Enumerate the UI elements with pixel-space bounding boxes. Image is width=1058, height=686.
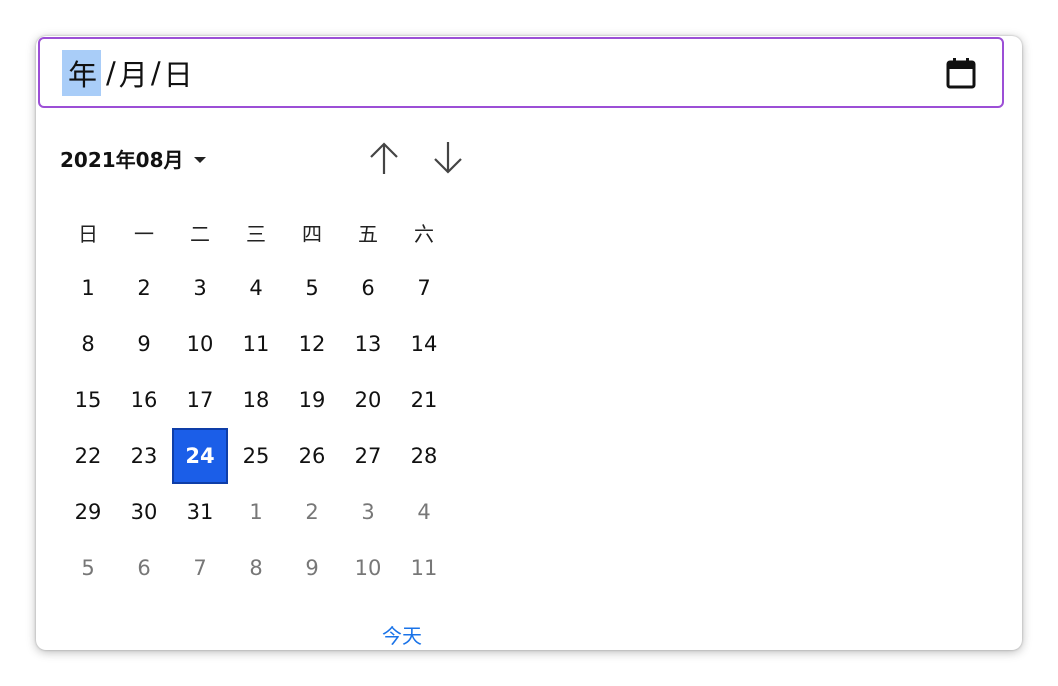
day-cell[interactable]: 19 (284, 372, 340, 428)
month-year-select[interactable]: 2021年08月 (60, 144, 206, 173)
next-month-day-cell[interactable]: 4 (396, 484, 452, 540)
day-cell[interactable]: 1 (60, 260, 116, 316)
day-cell[interactable]: 29 (60, 484, 116, 540)
arrow-up-icon[interactable] (364, 138, 404, 178)
day-cell[interactable]: 13 (340, 316, 396, 372)
next-month-day-cell[interactable]: 5 (60, 540, 116, 596)
next-month-day-cell[interactable]: 6 (116, 540, 172, 596)
day-cell[interactable]: 28 (396, 428, 452, 484)
day-cell[interactable]: 5 (284, 260, 340, 316)
day-cell[interactable]: 25 (228, 428, 284, 484)
next-month-day-cell[interactable]: 1 (228, 484, 284, 540)
weekday-label: 五 (358, 221, 378, 246)
arrow-down-icon[interactable] (428, 138, 468, 178)
next-month-day-cell[interactable]: 3 (340, 484, 396, 540)
day-cell[interactable]: 2 (116, 260, 172, 316)
day-cell[interactable]: 21 (396, 372, 452, 428)
day-cell[interactable]: 16 (116, 372, 172, 428)
calendar-grid: 日 一 二 三 四 五 六 1 2 3 4 5 6 7 8 9 10 11 12… (60, 204, 452, 596)
date-picker-window: 年 / 月 / 日 2021年08月 日 一 二 三 四 五 六 1 2 3 4… (36, 36, 1022, 650)
calendar-icon[interactable] (946, 57, 976, 89)
day-cell[interactable]: 27 (340, 428, 396, 484)
weekday-header-row: 日 一 二 三 四 五 六 (60, 204, 452, 260)
caret-down-icon (193, 156, 206, 163)
day-cell[interactable]: 22 (60, 428, 116, 484)
weekday-label: 日 (78, 221, 98, 246)
day-cell[interactable]: 14 (396, 316, 452, 372)
week-row: 1 2 3 4 5 6 7 (60, 260, 452, 316)
day-cell[interactable]: 30 (116, 484, 172, 540)
day-cell[interactable]: 20 (340, 372, 396, 428)
day-cell[interactable]: 12 (284, 316, 340, 372)
day-cell[interactable]: 8 (60, 316, 116, 372)
weekday-label: 四 (302, 221, 322, 246)
day-cell[interactable]: 10 (172, 316, 228, 372)
weekday-label: 一 (134, 221, 154, 246)
day-cell[interactable]: 4 (228, 260, 284, 316)
date-input[interactable]: 年 / 月 / 日 (38, 37, 1004, 108)
next-month-day-cell[interactable]: 8 (228, 540, 284, 596)
day-cell[interactable]: 9 (116, 316, 172, 372)
day-segment[interactable]: 日 (164, 52, 193, 94)
day-cell[interactable]: 23 (116, 428, 172, 484)
next-month-day-cell[interactable]: 7 (172, 540, 228, 596)
day-cell[interactable]: 18 (228, 372, 284, 428)
day-cell[interactable]: 11 (228, 316, 284, 372)
month-segment[interactable]: 月 (119, 52, 148, 94)
day-cell[interactable]: 26 (284, 428, 340, 484)
week-row: 29 30 31 1 2 3 4 (60, 484, 452, 540)
day-cell[interactable]: 6 (340, 260, 396, 316)
day-cell[interactable]: 15 (60, 372, 116, 428)
separator: / (106, 55, 116, 90)
day-cell[interactable]: 7 (396, 260, 452, 316)
next-month-day-cell[interactable]: 11 (396, 540, 452, 596)
day-cell[interactable]: 17 (172, 372, 228, 428)
selected-day-cell[interactable]: 24 (172, 428, 228, 484)
picker-header: 2021年08月 (60, 142, 462, 174)
day-cell[interactable]: 31 (172, 484, 228, 540)
year-segment[interactable]: 年 (62, 49, 102, 96)
week-row: 8 9 10 11 12 13 14 (60, 316, 452, 372)
day-cell[interactable]: 3 (172, 260, 228, 316)
weekday-label: 三 (246, 221, 266, 246)
today-button[interactable]: 今天 (382, 620, 422, 649)
weekday-label: 二 (190, 221, 210, 246)
week-row: 15 16 17 18 19 20 21 (60, 372, 452, 428)
separator: / (150, 55, 161, 90)
week-row: 22 23 24 25 26 27 28 (60, 428, 452, 484)
next-month-day-cell[interactable]: 10 (340, 540, 396, 596)
next-month-day-cell[interactable]: 2 (284, 484, 340, 540)
month-year-label: 2021年08月 (60, 148, 184, 172)
weekday-label: 六 (414, 221, 434, 246)
week-row: 5 6 7 8 9 10 11 (60, 540, 452, 596)
next-month-day-cell[interactable]: 9 (284, 540, 340, 596)
